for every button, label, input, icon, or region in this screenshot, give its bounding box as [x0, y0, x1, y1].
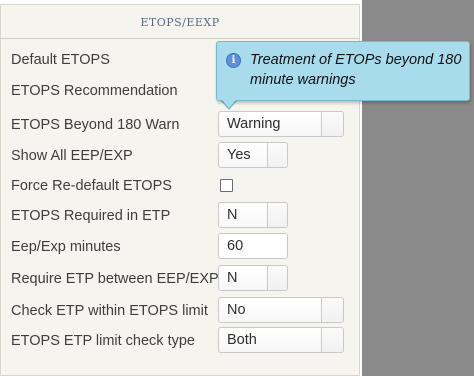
- etops-beyond-180-warn-value: Warning: [227, 116, 281, 132]
- force-redefault-etops-label: Force Re-default ETOPS: [11, 178, 172, 194]
- show-all-eep-exp-value: Yes: [227, 147, 251, 163]
- show-all-eep-exp-label: Show All EEP/EXP: [11, 148, 133, 164]
- eep-exp-minutes-value: 60: [227, 238, 244, 254]
- etops-beyond-180-warn-select[interactable]: Warning: [218, 111, 344, 137]
- row-etops-required-in-etp: ETOPS Required in ETP N: [0, 201, 360, 231]
- info-icon: i: [226, 53, 241, 68]
- eep-exp-minutes-input[interactable]: 60: [218, 233, 288, 259]
- panel-title: ETOPS/EEXP: [140, 16, 220, 29]
- check-etp-within-etops-limit-value: No: [227, 302, 246, 318]
- etops-beyond-180-warn-label: ETOPS Beyond 180 Warn: [11, 117, 180, 133]
- row-eep-exp-minutes: Eep/Exp minutes 60: [0, 232, 360, 262]
- require-etp-between-eep-exp-value: N: [227, 270, 238, 286]
- require-etp-between-eep-exp-label: Require ETP between EEP/EXP: [11, 271, 219, 287]
- etops-required-in-etp-select[interactable]: N: [218, 202, 288, 228]
- dropdown-toggle[interactable]: [321, 328, 343, 352]
- etops-etp-limit-check-type-select[interactable]: Both: [218, 327, 344, 353]
- tooltip-text: Treatment of ETOPs beyond 180 minute war…: [250, 52, 462, 88]
- header-divider: [0, 38, 360, 39]
- row-show-all-eep-exp: Show All EEP/EXP Yes: [0, 141, 360, 171]
- row-check-etp-within-etops-limit: Check ETP within ETOPS limit No: [0, 296, 360, 326]
- etops-recommendation-label: ETOPS Recommendation: [11, 83, 178, 99]
- etops-etp-limit-check-type-value: Both: [227, 332, 257, 348]
- row-force-redefault-etops: Force Re-default ETOPS: [0, 171, 360, 201]
- help-tooltip: i Treatment of ETOPs beyond 180 minute w…: [216, 41, 470, 101]
- row-require-etp-between-eep-exp: Require ETP between EEP/EXP N: [0, 264, 360, 294]
- dropdown-toggle[interactable]: [321, 298, 343, 322]
- require-etp-between-eep-exp-select[interactable]: N: [218, 265, 288, 291]
- dropdown-toggle[interactable]: [321, 112, 343, 136]
- etops-required-in-etp-label: ETOPS Required in ETP: [11, 208, 171, 224]
- etops-etp-limit-check-type-label: ETOPS ETP limit check type: [11, 333, 195, 349]
- check-etp-within-etops-limit-label: Check ETP within ETOPS limit: [11, 303, 208, 319]
- eep-exp-minutes-label: Eep/Exp minutes: [11, 239, 121, 255]
- check-etp-within-etops-limit-select[interactable]: No: [218, 297, 344, 323]
- default-etops-label: Default ETOPS: [11, 52, 110, 68]
- etops-required-in-etp-value: N: [227, 207, 238, 223]
- row-etops-etp-limit-check-type: ETOPS ETP limit check type Both: [0, 326, 360, 356]
- dropdown-toggle[interactable]: [267, 266, 287, 290]
- dropdown-toggle[interactable]: [267, 203, 287, 227]
- show-all-eep-exp-select[interactable]: Yes: [218, 142, 288, 168]
- row-etops-beyond-180-warn: ETOPS Beyond 180 Warn Warning: [0, 110, 360, 140]
- tooltip-pointer: [222, 100, 236, 108]
- dropdown-toggle[interactable]: [267, 143, 287, 167]
- force-redefault-etops-checkbox[interactable]: [220, 179, 233, 192]
